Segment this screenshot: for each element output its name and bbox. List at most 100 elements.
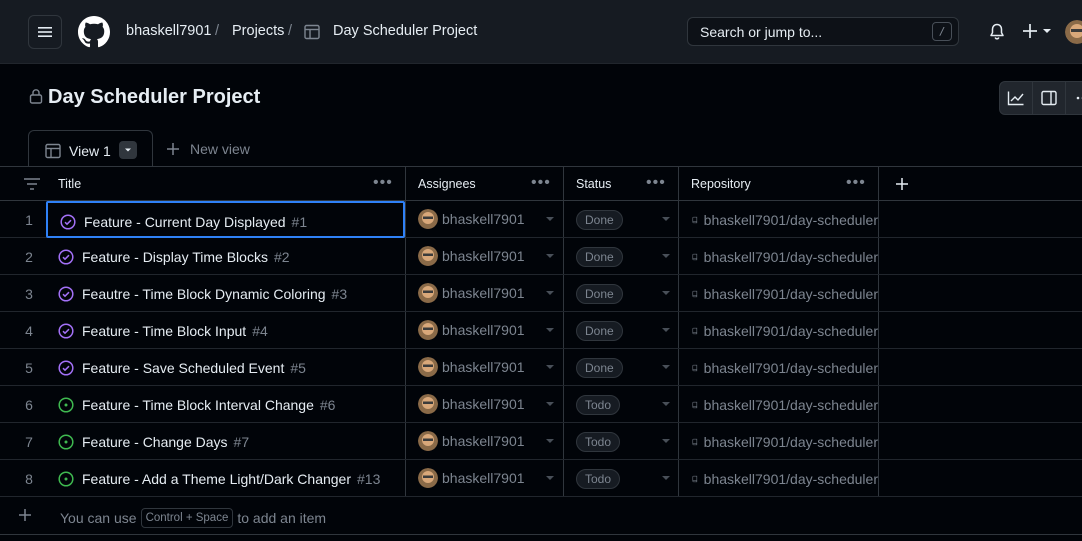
insights-button[interactable]	[1000, 82, 1033, 114]
assignee-cell[interactable]: bhaskell7901	[418, 431, 525, 451]
status-badge[interactable]: Todo	[576, 469, 621, 489]
table-row[interactable]: 4 Feature - Time Block Input #4 bhaskell7…	[0, 312, 1082, 349]
chevron-down-icon[interactable]	[662, 217, 670, 221]
issue-title[interactable]: Feature - Time Block Interval Change #6	[82, 397, 335, 413]
chevron-down-icon[interactable]	[662, 365, 670, 369]
assignee-cell[interactable]: bhaskell7901	[418, 357, 525, 377]
table-row[interactable]: 5 Feature - Save Scheduled Event #5 bhask…	[0, 349, 1082, 386]
view-options-button[interactable]	[119, 141, 137, 159]
chevron-down-icon[interactable]	[546, 328, 554, 332]
status-badge[interactable]: Done	[576, 247, 623, 267]
status-badge[interactable]: Done	[576, 284, 623, 304]
repository-cell[interactable]: bhaskell7901/day-scheduler	[692, 323, 878, 339]
repository-cell[interactable]: bhaskell7901/day-scheduler	[692, 286, 878, 302]
open-issue-icon	[58, 434, 74, 450]
issue-title[interactable]: Feature - Add a Theme Light/Dark Changer…	[82, 471, 380, 487]
chevron-down-icon[interactable]	[662, 254, 670, 258]
breadcrumb-projects[interactable]: Projects	[232, 23, 284, 39]
table-row[interactable]: 6 Feature - Time Block Interval Change #6…	[0, 386, 1082, 423]
repo-icon	[692, 290, 698, 298]
status-badge[interactable]: Done	[576, 358, 623, 378]
chevron-down-icon[interactable]	[546, 254, 554, 258]
more-options-button[interactable]	[1066, 82, 1082, 114]
new-view-button[interactable]: New view	[166, 141, 250, 157]
table-row[interactable]: 7 Feature - Change Days #7 bhaskell7901 T…	[0, 423, 1082, 460]
table-row[interactable]: 2 Feature - Display Time Blocks #2 bhaske…	[0, 238, 1082, 275]
repository-name: bhaskell7901/day-scheduler	[703, 397, 878, 413]
assignee-cell[interactable]: bhaskell7901	[418, 468, 525, 488]
add-field-icon[interactable]	[895, 177, 909, 191]
repository-cell[interactable]: bhaskell7901/day-scheduler	[692, 249, 878, 265]
chevron-down-icon[interactable]	[546, 402, 554, 406]
issue-title[interactable]: Feature - Display Time Blocks #2	[82, 249, 290, 265]
column-header-status[interactable]: Status	[576, 167, 611, 201]
tab-view-1[interactable]: View 1	[28, 130, 153, 168]
add-item-row[interactable]: You can use Control + Space to add an it…	[0, 497, 1082, 535]
breadcrumb-project[interactable]: Day Scheduler Project	[333, 23, 477, 39]
chevron-down-icon[interactable]	[546, 291, 554, 295]
title-cell[interactable]: Feature - Time Block Interval Change #6	[46, 386, 405, 423]
column-header-repository[interactable]: Repository	[691, 167, 751, 201]
table-row[interactable]: 1 Feature - Current Day Displayed #1 bhas…	[0, 201, 1082, 238]
issue-title[interactable]: Feautre - Time Block Dynamic Coloring #3	[82, 286, 347, 302]
plus-icon[interactable]	[18, 508, 32, 522]
repository-cell[interactable]: bhaskell7901/day-scheduler	[692, 212, 878, 228]
chevron-down-icon[interactable]	[546, 365, 554, 369]
chevron-down-icon[interactable]	[546, 439, 554, 443]
assignee-cell[interactable]: bhaskell7901	[418, 246, 525, 266]
title-cell[interactable]: Feautre - Time Block Dynamic Coloring #3	[46, 275, 405, 312]
repository-cell[interactable]: bhaskell7901/day-scheduler	[692, 434, 878, 450]
top-header: bhaskell7901 / Projects / Day Scheduler …	[0, 0, 1082, 64]
github-logo-icon[interactable]	[78, 16, 110, 48]
plus-icon	[167, 143, 179, 155]
chevron-down-icon[interactable]	[546, 217, 554, 221]
table-row[interactable]: 3 Feautre - Time Block Dynamic Coloring #…	[0, 275, 1082, 312]
issue-title[interactable]: Feature - Time Block Input #4	[82, 323, 268, 339]
assignee-name: bhaskell7901	[442, 433, 525, 449]
chevron-down-icon[interactable]	[662, 328, 670, 332]
bell-icon[interactable]	[989, 23, 1005, 41]
column-menu-icon[interactable]: •••	[531, 175, 551, 191]
column-menu-icon[interactable]: •••	[373, 175, 393, 191]
chevron-down-icon[interactable]	[662, 402, 670, 406]
repository-cell[interactable]: bhaskell7901/day-scheduler	[692, 471, 878, 487]
create-new-icon[interactable]	[1022, 21, 1052, 41]
issue-title[interactable]: Feature - Current Day Displayed #1	[84, 214, 307, 230]
side-panel-button[interactable]	[1033, 82, 1066, 114]
chevron-down-icon[interactable]	[546, 476, 554, 480]
title-cell[interactable]: Feature - Save Scheduled Event #5	[46, 349, 405, 386]
assignee-cell[interactable]: bhaskell7901	[418, 209, 525, 229]
issue-title[interactable]: Feature - Save Scheduled Event #5	[82, 360, 306, 376]
chevron-down-icon[interactable]	[662, 476, 670, 480]
user-avatar[interactable]	[1065, 20, 1082, 44]
issue-title-text: Feature - Time Block Interval Change	[82, 397, 314, 413]
column-menu-icon[interactable]: •••	[646, 175, 666, 191]
repository-cell[interactable]: bhaskell7901/day-scheduler	[692, 360, 878, 376]
chevron-down-icon[interactable]	[662, 439, 670, 443]
issue-number: #13	[357, 471, 381, 487]
title-cell[interactable]: Feature - Current Day Displayed #1	[46, 201, 405, 238]
table-row[interactable]: 8 Feature - Add a Theme Light/Dark Chang…	[0, 460, 1082, 497]
column-header-title[interactable]: Title	[58, 167, 81, 201]
title-cell[interactable]: Feature - Change Days #7	[46, 423, 405, 460]
assignee-cell[interactable]: bhaskell7901	[418, 283, 525, 303]
title-cell[interactable]: Feature - Add a Theme Light/Dark Changer…	[46, 460, 405, 497]
issue-title[interactable]: Feature - Change Days #7	[82, 434, 249, 450]
assignee-cell[interactable]: bhaskell7901	[418, 394, 525, 414]
status-badge[interactable]: Todo	[576, 395, 621, 415]
assignee-cell[interactable]: bhaskell7901	[418, 320, 525, 340]
column-menu-icon[interactable]: •••	[846, 175, 866, 191]
repo-icon	[692, 401, 698, 409]
filter-icon[interactable]	[24, 178, 40, 190]
title-cell[interactable]: Feature - Display Time Blocks #2	[46, 238, 405, 275]
chevron-down-icon[interactable]	[662, 291, 670, 295]
status-badge[interactable]: Done	[576, 321, 623, 341]
column-header-assignees[interactable]: Assignees	[418, 167, 476, 201]
repository-cell[interactable]: bhaskell7901/day-scheduler	[692, 397, 878, 413]
status-badge[interactable]: Done	[576, 210, 623, 230]
search-input[interactable]: Search or jump to... /	[687, 17, 959, 46]
title-cell[interactable]: Feature - Time Block Input #4	[46, 312, 405, 349]
breadcrumb-user[interactable]: bhaskell7901	[126, 23, 211, 39]
menu-button[interactable]	[28, 15, 62, 49]
status-badge[interactable]: Todo	[576, 432, 621, 452]
